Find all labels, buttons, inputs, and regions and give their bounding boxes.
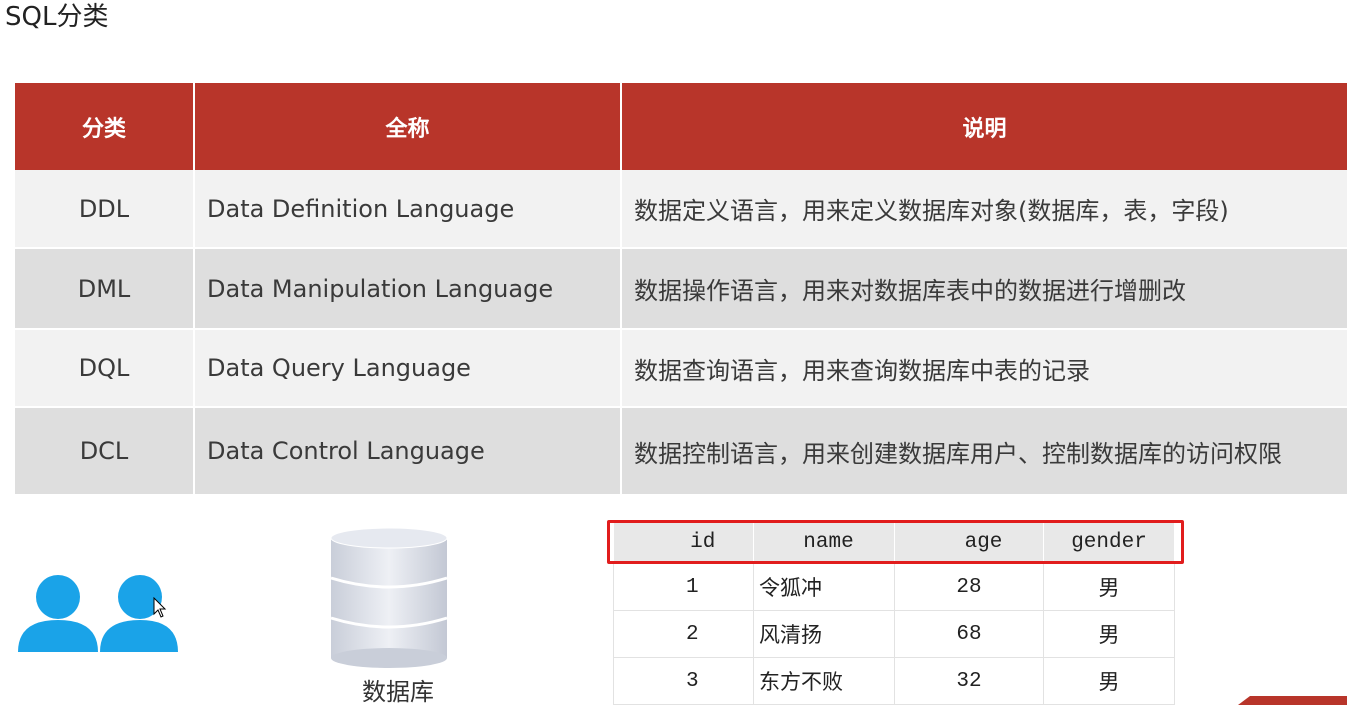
category-cell: DML bbox=[15, 248, 195, 330]
sql-classification-table: 分类 全称 说明 DDL Data Definition Language 数据… bbox=[15, 83, 1347, 496]
description-cell: 数据操作语言，用来对数据库表中的数据进行增删改 bbox=[621, 248, 1347, 330]
name-cell: 风清扬 bbox=[753, 610, 895, 658]
table-row: DQL Data Query Language 数据查询语言，用来查询数据库中表… bbox=[15, 329, 1347, 408]
age-cell: 68 bbox=[894, 610, 1044, 658]
gender-cell: 男 bbox=[1043, 657, 1175, 705]
description-cell: 数据控制语言，用来创建数据库用户、控制数据库的访问权限 bbox=[621, 407, 1347, 496]
database-icon bbox=[330, 528, 448, 668]
table-row: 3 东方不败 32 男 bbox=[613, 657, 1175, 705]
category-cell: DQL bbox=[15, 329, 195, 408]
id-cell: 2 bbox=[613, 610, 754, 658]
name-cell: 令狐冲 bbox=[753, 563, 895, 611]
gender-cell: 男 bbox=[1043, 563, 1175, 611]
table-row: DML Data Manipulation Language 数据操作语言，用来… bbox=[15, 248, 1347, 330]
age-cell: 28 bbox=[894, 563, 1044, 611]
table-row: DCL Data Control Language 数据控制语言，用来创建数据库… bbox=[15, 407, 1347, 496]
database-label: 数据库 bbox=[362, 678, 434, 706]
id-cell: 3 bbox=[613, 657, 754, 705]
description-cell: 数据查询语言，用来查询数据库中表的记录 bbox=[621, 329, 1347, 408]
table-header-row: 分类 全称 说明 bbox=[15, 83, 1347, 170]
table-row: DDL Data Definition Language 数据定义语言，用来定义… bbox=[15, 170, 1347, 249]
corner-decoration bbox=[1238, 696, 1347, 705]
header-highlight-box bbox=[607, 520, 1184, 564]
table-row: 1 令狐冲 28 男 bbox=[613, 563, 1175, 611]
table-row: 2 风清扬 68 男 bbox=[613, 610, 1175, 658]
id-cell: 1 bbox=[613, 563, 754, 611]
page-title: SQL分类 bbox=[5, 2, 109, 32]
mouse-cursor-icon bbox=[153, 597, 167, 618]
description-cell: 数据定义语言，用来定义数据库对象(数据库，表，字段) bbox=[621, 170, 1347, 249]
full-name-cell: Data Query Language bbox=[194, 329, 622, 408]
age-cell: 32 bbox=[894, 657, 1044, 705]
header-full-name: 全称 bbox=[194, 83, 622, 170]
category-cell: DCL bbox=[15, 407, 195, 496]
full-name-cell: Data Definition Language bbox=[194, 170, 622, 249]
gender-cell: 男 bbox=[1043, 610, 1175, 658]
full-name-cell: Data Manipulation Language bbox=[194, 248, 622, 330]
header-description: 说明 bbox=[621, 83, 1347, 170]
category-cell: DDL bbox=[15, 170, 195, 249]
full-name-cell: Data Control Language bbox=[194, 407, 622, 496]
name-cell: 东方不败 bbox=[753, 657, 895, 705]
header-category: 分类 bbox=[15, 83, 195, 170]
